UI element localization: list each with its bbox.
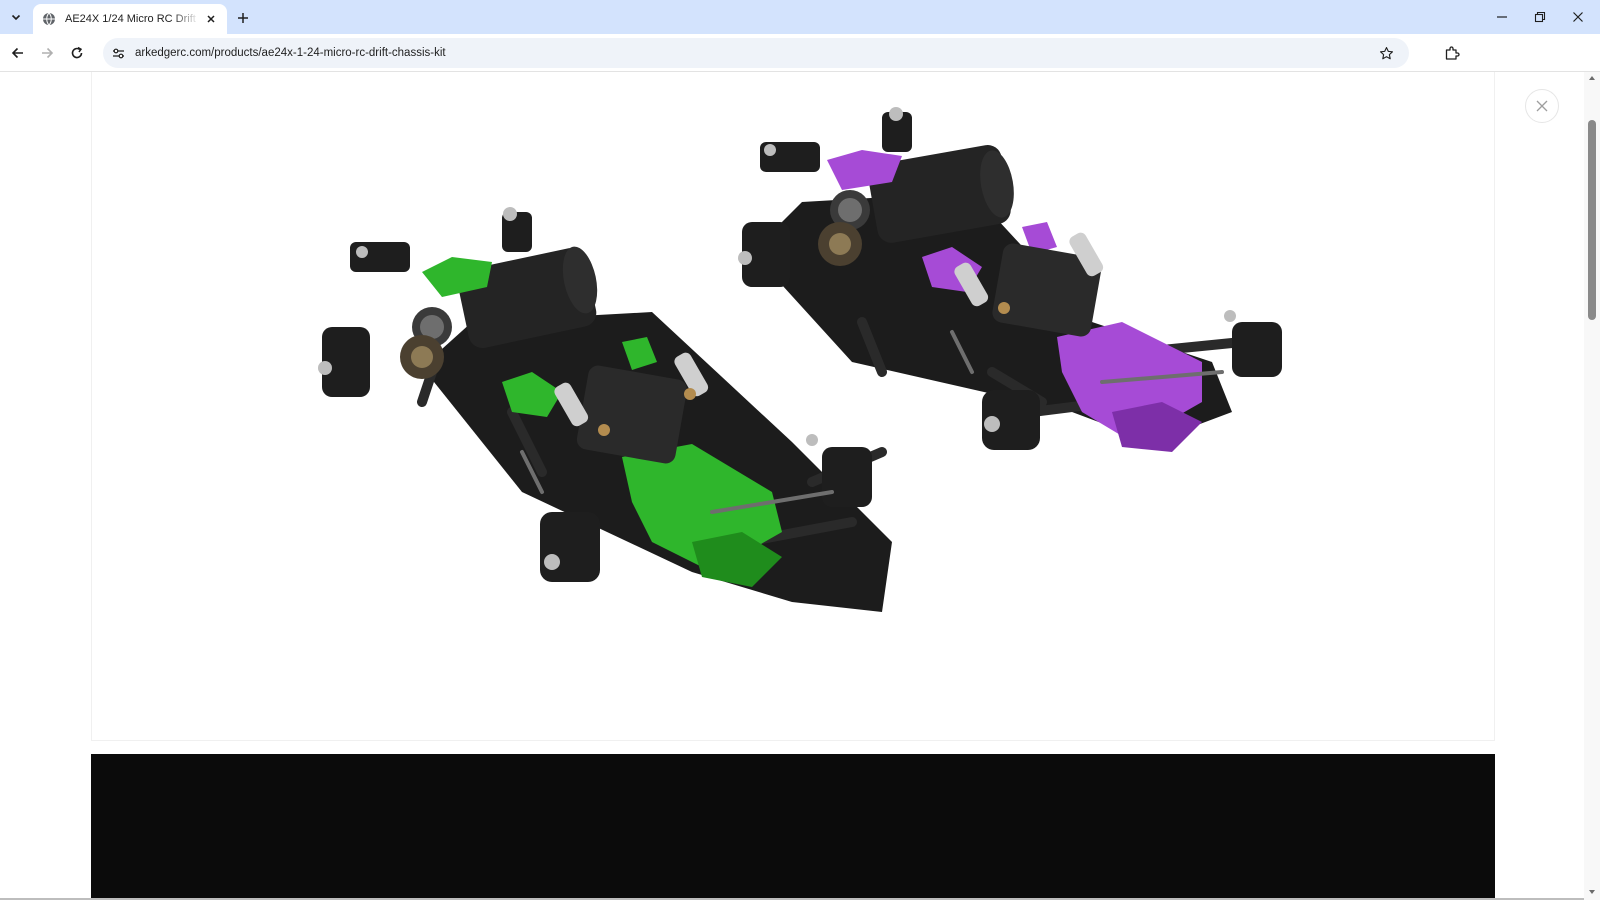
scroll-up-arrow[interactable] xyxy=(1588,74,1596,82)
triangle-up-icon xyxy=(1589,76,1595,80)
tab-search-button[interactable] xyxy=(4,6,28,28)
new-tab-button[interactable] xyxy=(232,7,254,29)
reload-button[interactable] xyxy=(64,40,90,66)
close-lightbox-button[interactable] xyxy=(1525,89,1559,123)
star-icon xyxy=(1379,46,1393,59)
purple-chassis-illustration xyxy=(738,107,1282,452)
site-info-button[interactable] xyxy=(109,44,127,62)
tab-title: AE24X 1/24 Micro RC Drift Chassis Kit xyxy=(65,13,199,25)
active-tab[interactable]: AE24X 1/24 Micro RC Drift Chassis Kit xyxy=(33,4,227,34)
close-icon xyxy=(1536,100,1548,112)
plus-icon xyxy=(238,13,248,23)
restore-button[interactable] xyxy=(1522,4,1558,30)
address-bar[interactable]: arkedgerc.com/products/ae24x-1-24-micro-… xyxy=(103,38,1409,68)
minimize-icon xyxy=(1497,16,1507,18)
window-close-button[interactable] xyxy=(1560,4,1596,30)
extensions-button[interactable] xyxy=(1439,40,1465,66)
scrollbar-thumb[interactable] xyxy=(1588,120,1596,320)
page-viewport xyxy=(0,72,1584,900)
product-image[interactable] xyxy=(92,72,1496,741)
page-scrollbar[interactable] xyxy=(1584,72,1600,900)
globe-icon xyxy=(41,11,57,27)
video-player[interactable] xyxy=(91,754,1495,900)
arrow-right-icon xyxy=(42,47,54,59)
close-icon xyxy=(207,15,215,23)
browser-toolbar: arkedgerc.com/products/ae24x-1-24-micro-… xyxy=(0,34,1600,72)
scroll-down-arrow[interactable] xyxy=(1588,888,1596,896)
close-icon xyxy=(1573,12,1583,22)
back-button[interactable] xyxy=(5,40,31,66)
lightbox-image-frame xyxy=(91,72,1495,741)
forward-button[interactable] xyxy=(34,40,60,66)
tune-icon xyxy=(112,48,124,58)
browser-title-bar: AE24X 1/24 Micro RC Drift Chassis Kit xyxy=(0,0,1600,34)
restore-icon xyxy=(1534,11,1546,23)
reload-icon xyxy=(71,46,83,59)
minimize-button[interactable] xyxy=(1484,4,1520,30)
url-text[interactable]: arkedgerc.com/products/ae24x-1-24-micro-… xyxy=(135,47,446,59)
triangle-down-icon xyxy=(1589,890,1595,894)
chevron-down-icon xyxy=(11,14,21,21)
arrow-left-icon xyxy=(11,47,23,59)
bookmark-button[interactable] xyxy=(1377,44,1395,62)
tab-close-button[interactable] xyxy=(203,11,219,27)
puzzle-icon xyxy=(1445,46,1460,60)
